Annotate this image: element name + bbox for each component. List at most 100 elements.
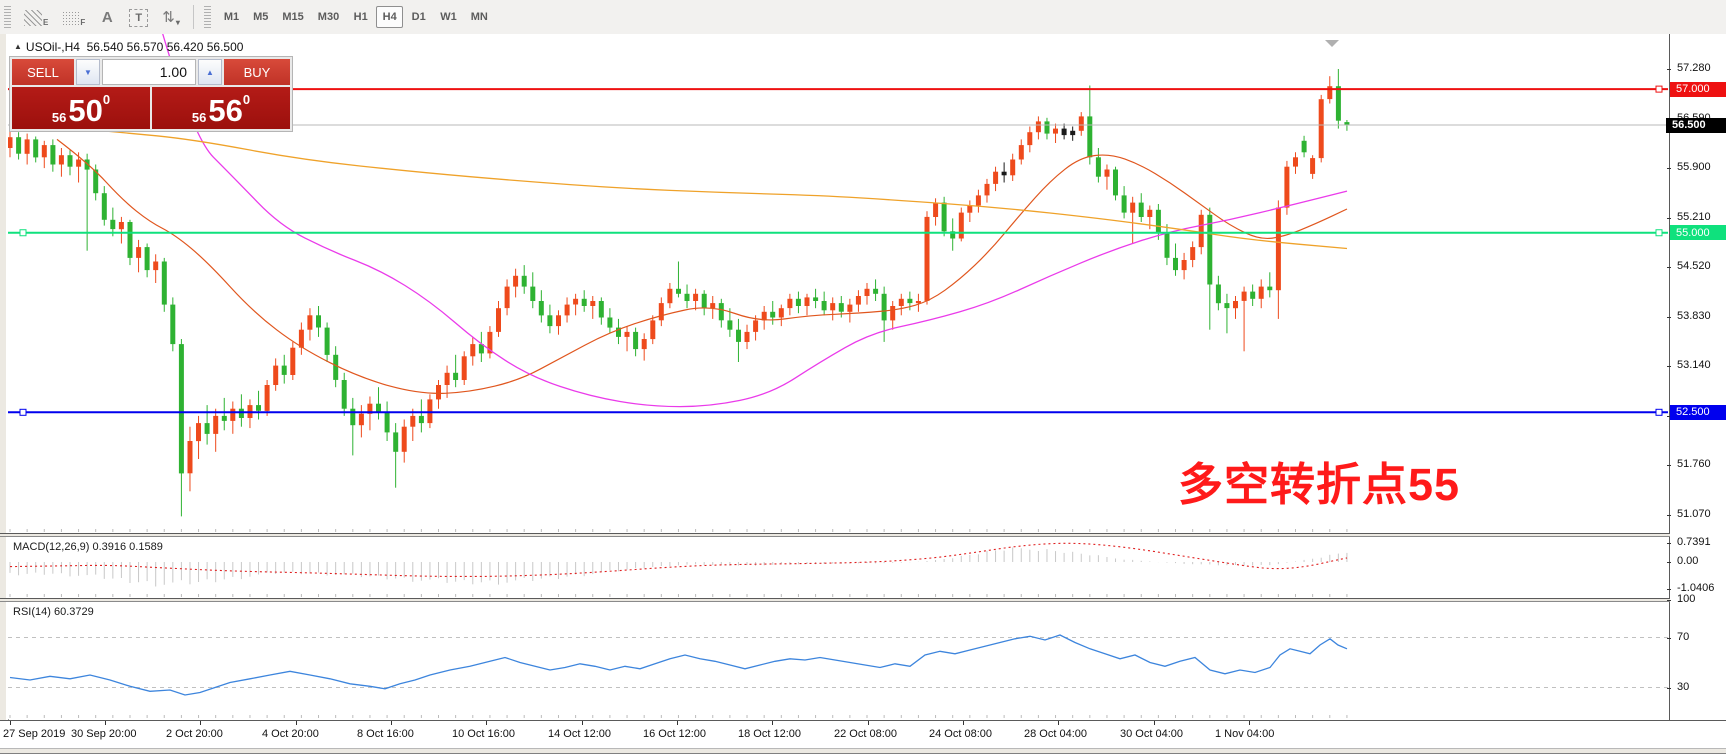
time-label[interactable]: 24 Oct 08:00 <box>929 728 992 740</box>
bid-price-box[interactable]: 56500 <box>12 87 150 129</box>
time-tick <box>582 721 583 725</box>
timeframe-button-h4[interactable]: H4 <box>376 6 403 28</box>
trading-terminal-window: E F AT ⇅▾ M1M5M15M30H1H4D1W1MN ▲ USOil-,H4 5… <box>0 0 1726 754</box>
price-tick <box>1667 465 1671 466</box>
bid-small-digits: 56 <box>52 110 66 125</box>
quote-header: ▲USOil-,H4 56.540 56.570 56.420 56.500 <box>14 40 243 54</box>
macd-tick <box>1667 589 1671 590</box>
sell-button[interactable]: SELL <box>12 59 74 85</box>
rsi-tick <box>1667 688 1671 689</box>
timeframe-button-m1[interactable]: M1 <box>218 6 245 28</box>
time-label[interactable]: 28 Oct 04:00 <box>1024 728 1087 740</box>
bid-big-digits: 50 <box>68 97 102 125</box>
chart-annotation-text: 多空转折点55 <box>1178 448 1460 513</box>
equidistant-channel-tool-button[interactable]: E <box>19 5 53 29</box>
volume-input[interactable]: 1.00 <box>102 59 196 85</box>
support-line-52.5-handle-right[interactable] <box>1656 409 1662 415</box>
time-label[interactable]: 16 Oct 12:00 <box>643 728 706 740</box>
time-tick <box>296 721 297 725</box>
collapse-panel-icon[interactable]: ▲ <box>14 42 22 51</box>
time-tick <box>10 721 11 725</box>
time-label[interactable]: 4 Oct 20:00 <box>262 728 319 740</box>
pivot-line-55-handle-right[interactable] <box>1656 230 1662 236</box>
toolbar-grip-2[interactable] <box>204 6 211 28</box>
arrows-icon: ⇅ <box>162 8 175 28</box>
ask-price-box[interactable]: 56560 <box>152 87 290 129</box>
quote-open: 56.540 <box>87 40 124 54</box>
volume-increase-button[interactable]: ▲ <box>198 59 222 85</box>
fibonacci-tool-button[interactable]: F <box>57 5 90 29</box>
text-label-icon: A <box>102 8 113 28</box>
equidistant-channel-tool-sub: E <box>43 18 48 28</box>
text-label-tool-button[interactable]: A <box>94 5 120 29</box>
ask-sup-digit: 0 <box>243 85 250 115</box>
time-label[interactable]: 27 Sep 2019 <box>3 728 65 740</box>
time-tick <box>1249 721 1250 725</box>
text-box-icon: T <box>129 9 148 27</box>
toolbar-grip[interactable] <box>4 6 11 28</box>
window-bottom-edge <box>0 748 1726 754</box>
macd-tick <box>1667 562 1671 563</box>
macd-tick-label: 0.7391 <box>1677 536 1711 548</box>
time-label[interactable]: 30 Oct 04:00 <box>1120 728 1183 740</box>
fibonacci-tool-icon <box>62 11 79 26</box>
timeframe-button-h1[interactable]: H1 <box>347 6 374 28</box>
fibonacci-tool-sub: F <box>80 18 85 28</box>
price-tick-label: 53.830 <box>1677 310 1711 322</box>
price-tick <box>1667 366 1671 367</box>
toolb​ar-separator <box>193 5 194 29</box>
price-tick-label: 57.280 <box>1677 62 1711 74</box>
time-label[interactable]: 14 Oct 12:00 <box>548 728 611 740</box>
time-label[interactable]: 22 Oct 08:00 <box>834 728 897 740</box>
resistance-line-57-handle-right[interactable] <box>1656 86 1662 92</box>
support-line-52.5-price-label: 52.500 <box>1670 405 1726 420</box>
time-tick <box>1154 721 1155 725</box>
time-label[interactable]: 10 Oct 16:00 <box>452 728 515 740</box>
macd-tick-label: 0.00 <box>1677 555 1698 567</box>
time-label[interactable]: 8 Oct 16:00 <box>357 728 414 740</box>
symbol-period: USOil-,H4 <box>26 40 80 54</box>
timeframe-button-mn[interactable]: MN <box>465 6 494 28</box>
timeframe-button-m30[interactable]: M30 <box>312 6 345 28</box>
ask-big-digits: 56 <box>208 97 242 125</box>
macd-indicator-panel[interactable] <box>8 537 1669 598</box>
time-tick <box>677 721 678 725</box>
ask-small-digits: 56 <box>192 110 206 125</box>
timeframe-button-w1[interactable]: W1 <box>434 6 463 28</box>
drawing-tools-group: E F AT ⇅▾ <box>17 5 187 29</box>
time-tick <box>105 721 106 725</box>
price-tick-label: 55.900 <box>1677 161 1711 173</box>
toolbar: E F AT ⇅▾ M1M5M15M30H1H4D1W1MN <box>0 0 1726 35</box>
time-tick <box>391 721 392 725</box>
text-box-tool-button[interactable]: T <box>124 5 153 29</box>
time-label[interactable]: 1 Nov 04:00 <box>1215 728 1274 740</box>
time-axis: 27 Sep 2019 30 Sep 20:00 2 Oct 20:00 4 Oct … <box>0 720 1726 749</box>
timeframe-button-d1[interactable]: D1 <box>405 6 432 28</box>
rsi-tick-label: 30 <box>1677 681 1689 693</box>
price-tick <box>1667 218 1671 219</box>
timeframe-button-m5[interactable]: M5 <box>247 6 274 28</box>
arrows-tool-button[interactable]: ⇅▾ <box>157 5 185 29</box>
rsi-indicator-panel[interactable] <box>8 602 1669 719</box>
time-tick <box>772 721 773 725</box>
one-click-trade-panel: SELL ▼ 1.00 ▲ BUY 56500 56560 <box>9 56 293 132</box>
timeframes-group: M1M5M15M30H1H4D1W1MN <box>217 6 495 28</box>
time-label[interactable]: 30 Sep 20:00 <box>71 728 136 740</box>
arrows-tool-sub: ▾ <box>176 18 180 28</box>
rsi-tick <box>1667 600 1671 601</box>
rsi-label: RSI(14) 60.3729 <box>13 606 94 618</box>
buy-button[interactable]: BUY <box>224 59 290 85</box>
timeframe-button-m15[interactable]: M15 <box>276 6 309 28</box>
volume-decrease-button[interactable]: ▼ <box>76 59 100 85</box>
support-line-52.5-handle-left[interactable] <box>20 409 26 415</box>
time-label[interactable]: 2 Oct 20:00 <box>166 728 223 740</box>
rsi-tick-label: 100 <box>1677 593 1695 605</box>
price-tick <box>1667 168 1671 169</box>
time-label[interactable]: 18 Oct 12:00 <box>738 728 801 740</box>
equidistant-channel-tool-icon <box>24 10 42 26</box>
quote-high: 56.570 <box>127 40 164 54</box>
bid-sup-digit: 0 <box>103 85 110 115</box>
price-tick <box>1667 515 1671 516</box>
pivot-line-55-handle-left[interactable] <box>20 230 26 236</box>
macd-label: MACD(12,26,9) 0.3916 0.1589 <box>13 541 163 553</box>
